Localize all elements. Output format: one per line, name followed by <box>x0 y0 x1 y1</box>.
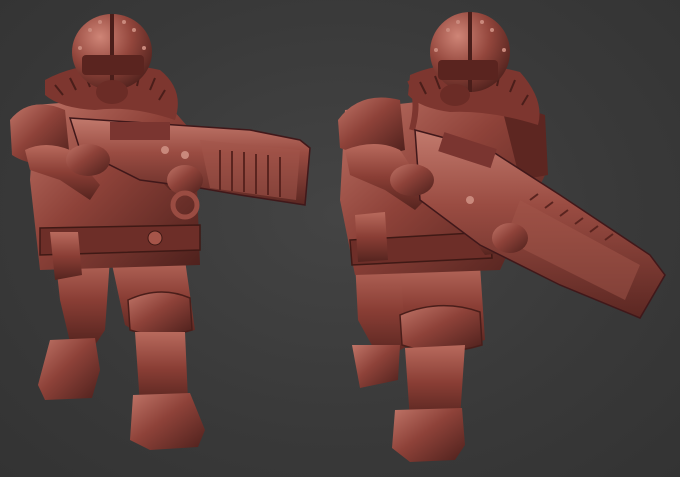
right-figure-rear-boot <box>352 345 400 388</box>
right-figure-trigger-hand <box>390 164 434 196</box>
left-figure-rebreather <box>96 80 128 104</box>
soldier-three-quarter-view <box>338 12 666 462</box>
left-figure-pouch <box>50 232 82 280</box>
render-canvas <box>10 12 666 462</box>
soldier-front-view <box>10 14 311 450</box>
left-figure-knee-pad <box>127 291 193 336</box>
sculpt-viewport <box>0 0 680 477</box>
right-figure-rebreather <box>440 84 470 106</box>
right-figure-support-hand <box>492 223 528 253</box>
left-figure-rear-boot <box>38 338 100 400</box>
right-figure-knee-pad <box>399 305 483 353</box>
left-figure-front-boot <box>130 393 205 450</box>
right-figure-pouch <box>355 212 388 262</box>
left-figure-trigger-hand <box>66 144 110 176</box>
right-figure-front-boot <box>392 408 465 462</box>
